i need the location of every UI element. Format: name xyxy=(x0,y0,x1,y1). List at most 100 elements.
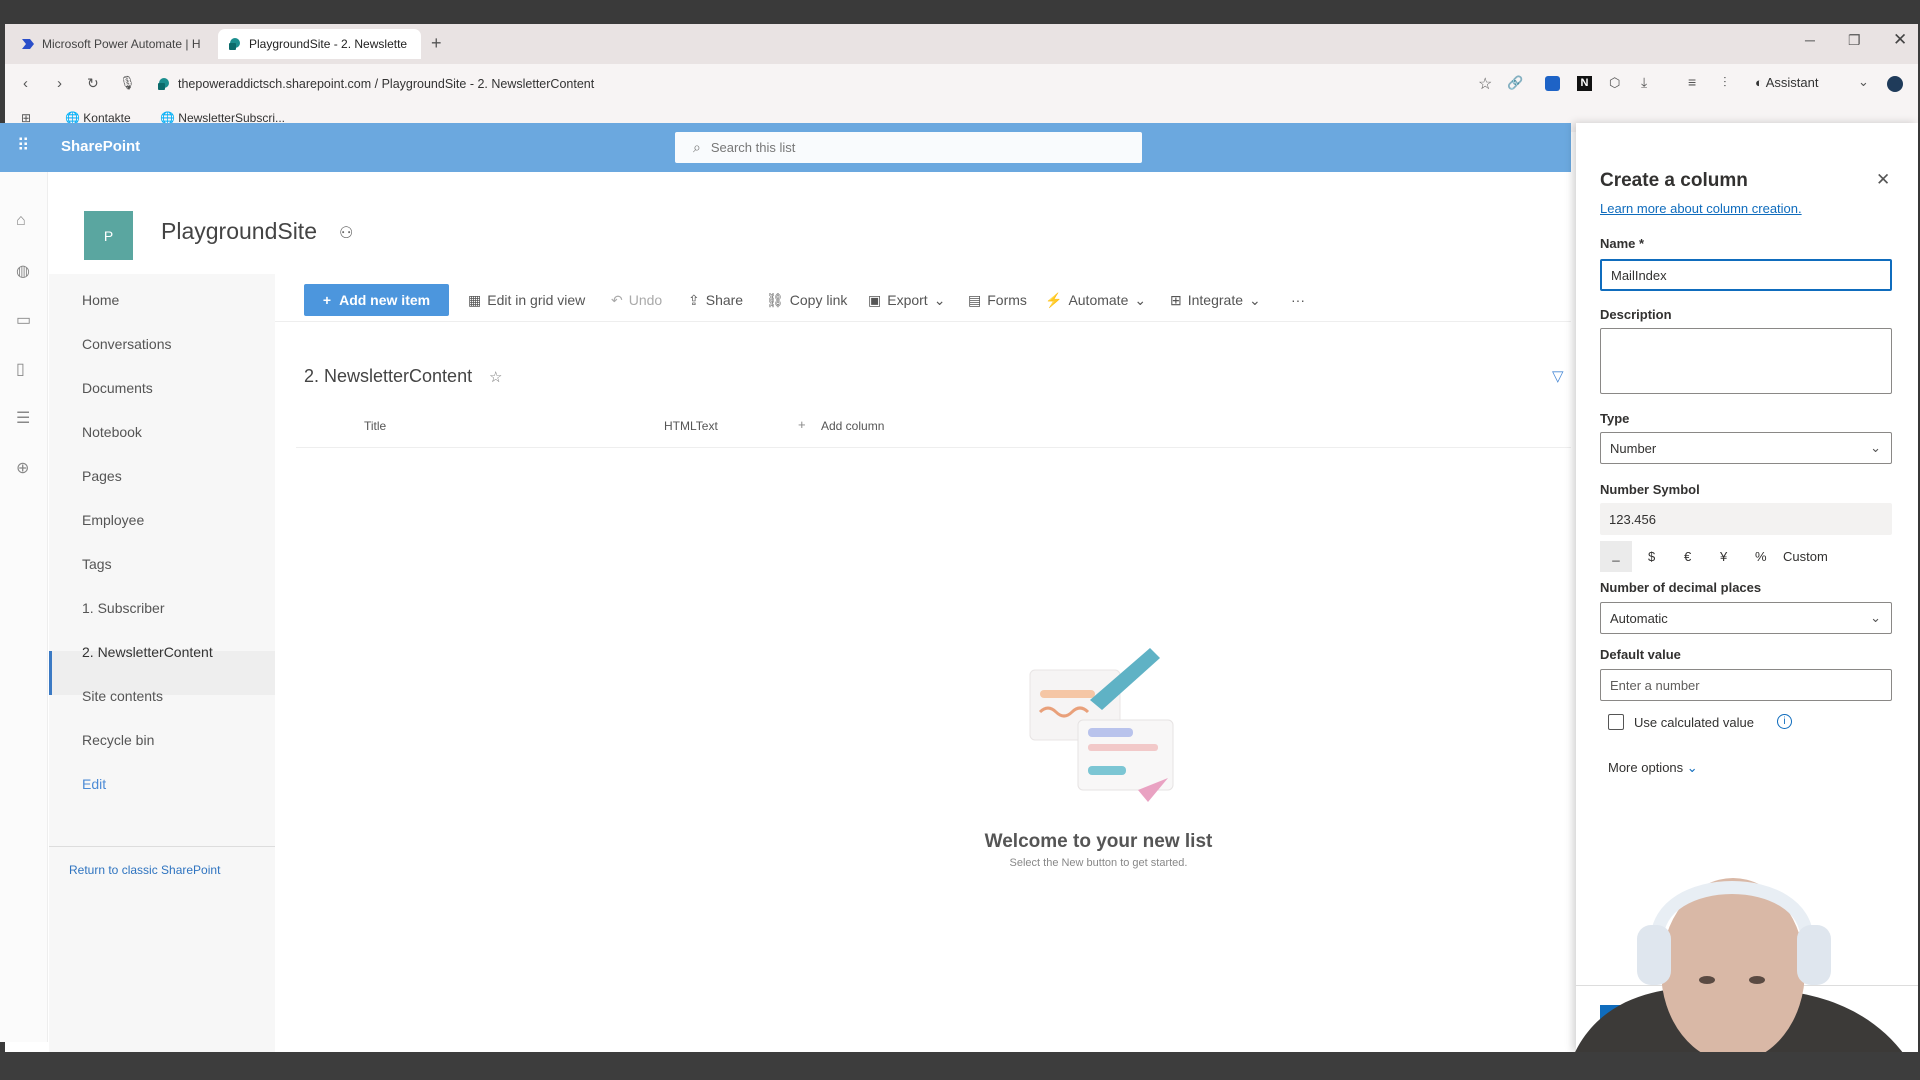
nav-employee[interactable]: Employee xyxy=(82,512,144,528)
calculated-value-label: Use calculated value xyxy=(1634,715,1754,730)
plus-icon: + xyxy=(322,292,332,308)
add-column-button[interactable]: Add column xyxy=(821,419,884,433)
news-icon[interactable]: ▭ xyxy=(16,310,31,330)
default-value-input[interactable]: Enter a number xyxy=(1600,669,1892,701)
symbol-custom-option[interactable]: Custom xyxy=(1783,549,1828,564)
calculated-value-checkbox[interactable] xyxy=(1608,714,1624,730)
name-input[interactable]: MailIndex xyxy=(1600,259,1892,291)
extension-icon[interactable] xyxy=(1545,76,1560,91)
desktop-top-strip xyxy=(0,0,1920,24)
tab-playgroundsite[interactable]: PlaygroundSite - 2. Newslette xyxy=(218,29,421,59)
audio-icon[interactable]: ⫶ xyxy=(1723,74,1727,91)
nav-site-contents[interactable]: Site contents xyxy=(82,688,163,704)
automate-button[interactable]: ⚡ Automate ⌄ xyxy=(1045,286,1146,314)
copy-link-button[interactable]: ⛓ Copy link xyxy=(766,286,847,314)
symbol-euro-option[interactable]: € xyxy=(1684,549,1691,564)
tab-power-automate[interactable]: Microsoft Power Automate | H xyxy=(11,29,211,59)
nav-pages[interactable]: Pages xyxy=(82,468,122,484)
type-dropdown[interactable]: Number ⌄ xyxy=(1600,432,1892,464)
symbol-none-option[interactable]: _ xyxy=(1600,541,1632,572)
nav-documents[interactable]: Documents xyxy=(82,380,153,396)
globe-icon[interactable]: ◍ xyxy=(16,261,30,281)
site-navigation: Home Conversations Documents Notebook Pa… xyxy=(49,274,275,1054)
share-link-icon[interactable]: 🔗 xyxy=(1507,75,1523,91)
back-icon[interactable]: ‹ xyxy=(23,75,28,92)
create-icon[interactable]: ⊕ xyxy=(16,458,29,478)
edit-grid-button[interactable]: ▦ Edit in grid view xyxy=(468,286,585,314)
app-launcher-icon[interactable]: ⠿ xyxy=(17,136,29,156)
site-title[interactable]: PlaygroundSite xyxy=(161,218,317,245)
forms-button[interactable]: ▤ Forms xyxy=(968,286,1027,314)
restore-button[interactable]: ❐ xyxy=(1848,32,1861,49)
decimal-places-dropdown[interactable]: Automatic ⌄ xyxy=(1600,602,1892,634)
close-icon[interactable]: ✕ xyxy=(1876,170,1890,190)
decimal-value: Automatic xyxy=(1610,610,1668,626)
share-label: Share xyxy=(705,292,744,308)
symbol-dollar-option[interactable]: $ xyxy=(1648,549,1655,564)
more-options-button[interactable]: More options ⌄ xyxy=(1608,760,1698,776)
favorite-star-icon[interactable]: ☆ xyxy=(489,368,502,386)
forms-label: Forms xyxy=(987,292,1027,308)
add-new-item-button[interactable]: + Add new item xyxy=(304,284,449,316)
tab-label: PlaygroundSite - 2. Newslette xyxy=(249,37,408,51)
column-title[interactable]: Title xyxy=(364,419,386,433)
new-tab-button[interactable]: + xyxy=(431,33,442,54)
number-symbol-preview: 123.456 xyxy=(1600,503,1892,535)
symbol-yen-option[interactable]: ¥ xyxy=(1720,549,1727,564)
empty-state-title: Welcome to your new list xyxy=(984,831,1213,852)
grid-icon: ▦ xyxy=(468,291,482,308)
extension-puzzle-icon[interactable]: ⬡ xyxy=(1609,75,1620,91)
sharepoint-app-name[interactable]: SharePoint xyxy=(61,138,140,155)
microphone-icon[interactable]: 🎙 xyxy=(119,75,136,91)
info-icon[interactable]: i xyxy=(1777,714,1792,729)
site-logo-tile: P xyxy=(84,211,133,260)
number-symbol-label: Number Symbol xyxy=(1600,482,1700,497)
column-htmltext[interactable]: HTMLText xyxy=(664,419,718,433)
home-icon[interactable]: ⌂ xyxy=(16,212,26,230)
reload-icon[interactable]: ↻ xyxy=(87,75,99,92)
column-header-row: Title HTMLText + Add column xyxy=(296,405,1571,448)
sharepoint-icon xyxy=(228,37,242,51)
filter-icon[interactable]: ▽ xyxy=(1552,367,1564,385)
bookmark-star-icon[interactable]: ☆ xyxy=(1478,74,1492,94)
add-new-item-label: Add new item xyxy=(339,292,431,308)
command-bar-divider xyxy=(275,321,1571,322)
close-window-button[interactable]: ✕ xyxy=(1893,30,1907,50)
export-label: Export xyxy=(887,292,928,308)
edit-grid-label: Edit in grid view xyxy=(487,292,586,308)
return-classic-link[interactable]: Return to classic SharePoint xyxy=(69,863,220,877)
type-value: Number xyxy=(1610,440,1657,456)
nav-subscriber[interactable]: 1. Subscriber xyxy=(82,600,164,616)
forward-icon[interactable]: › xyxy=(57,75,62,92)
url-field[interactable]: thepoweraddictsch.sharepoint.com / Playg… xyxy=(178,77,594,91)
search-input[interactable]: ⌕ Search this list xyxy=(675,132,1142,163)
description-textarea[interactable] xyxy=(1600,328,1892,394)
file-icon[interactable]: ▯ xyxy=(16,359,25,379)
list-icon[interactable]: ☰ xyxy=(16,408,30,428)
nav-tags[interactable]: Tags xyxy=(82,556,112,572)
notion-icon[interactable]: N xyxy=(1577,76,1592,91)
symbol-percent-option[interactable]: % xyxy=(1755,549,1767,564)
nav-recycle-bin[interactable]: Recycle bin xyxy=(82,732,154,748)
learn-more-link[interactable]: Learn more about column creation. xyxy=(1600,201,1802,216)
profile-avatar[interactable] xyxy=(1887,76,1903,92)
undo-button[interactable]: ↶ Undo xyxy=(611,286,662,314)
assistant-button[interactable]: ◐ Assistant xyxy=(1755,75,1819,90)
taskbar xyxy=(0,1052,1920,1080)
download-icon[interactable]: ⤓ xyxy=(1641,74,1647,91)
nav-conversations[interactable]: Conversations xyxy=(82,336,172,352)
nav-newslettercontent[interactable]: 2. NewsletterContent xyxy=(82,644,213,660)
more-commands-button[interactable]: ··· xyxy=(1291,286,1305,314)
nav-notebook[interactable]: Notebook xyxy=(82,424,142,440)
chevron-down-icon[interactable]: ⌄ xyxy=(1858,74,1869,90)
nav-home[interactable]: Home xyxy=(82,292,119,308)
minimize-button[interactable]: ─ xyxy=(1805,32,1815,48)
link-icon: ⛓ xyxy=(766,291,784,308)
forms-icon: ▤ xyxy=(968,291,982,308)
export-button[interactable]: ▣ Export ⌄ xyxy=(868,286,945,314)
menu-icon[interactable]: ≡ xyxy=(1688,74,1696,90)
chevron-down-icon: ⌄ xyxy=(1870,440,1881,455)
share-button[interactable]: ⇪ Share xyxy=(688,286,743,314)
integrate-button[interactable]: ⊞ Integrate ⌄ xyxy=(1170,286,1261,314)
nav-edit-link[interactable]: Edit xyxy=(82,776,106,792)
